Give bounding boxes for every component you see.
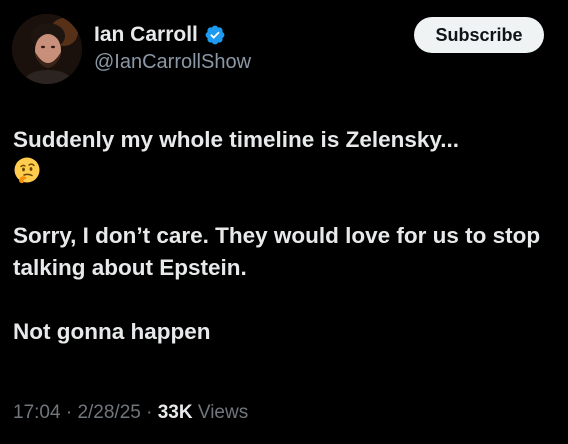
- tweet-text: Suddenly my whole timeline is Zelensky..…: [13, 124, 558, 348]
- tweet-date[interactable]: 2/28/25: [77, 402, 140, 424]
- meta-separator: ·: [60, 402, 78, 423]
- tweet-time[interactable]: 17:04: [13, 402, 61, 424]
- subscribe-button[interactable]: Subscribe: [414, 17, 544, 53]
- avatar-image: [12, 14, 82, 84]
- author-avatar[interactable]: [12, 14, 82, 84]
- tweet-card: Ian Carroll @IanCarrollShow Subscribe Su…: [0, 0, 568, 444]
- tweet-paragraph-2: Sorry, I don’t care. They would love for…: [13, 223, 541, 280]
- tweet-paragraph-1: Suddenly my whole timeline is Zelensky..…: [13, 124, 558, 188]
- display-name-row: Ian Carroll: [94, 20, 226, 50]
- tweet-paragraph-3: Not gonna happen: [13, 319, 211, 344]
- author-handle[interactable]: @IanCarrollShow: [94, 51, 251, 74]
- tweet-meta: 17:04 · 2/28/25 · 33K Views: [13, 402, 248, 424]
- tweet-line-1: Suddenly my whole timeline is Zelensky..…: [13, 127, 459, 152]
- views-label: Views: [192, 402, 249, 423]
- thinking-face-emoji-icon: [13, 156, 41, 184]
- meta-separator: ·: [140, 402, 158, 423]
- display-name[interactable]: Ian Carroll: [94, 23, 198, 47]
- verified-badge-icon[interactable]: [204, 24, 226, 46]
- views-count[interactable]: 33K: [158, 402, 193, 424]
